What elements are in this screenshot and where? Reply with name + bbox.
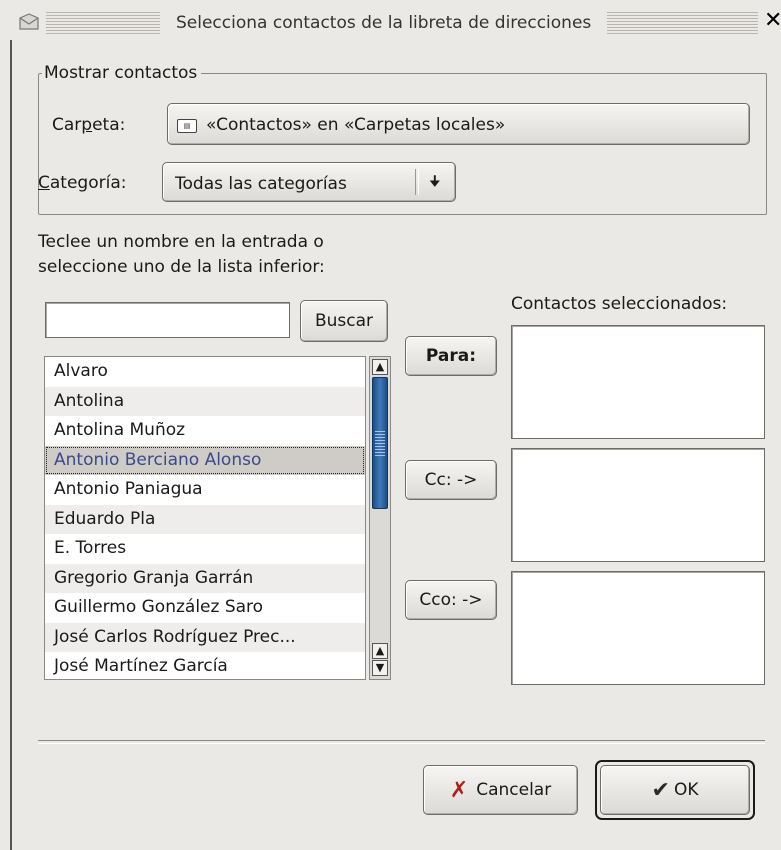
category-combo[interactable]: Todas las categorías 🠋	[162, 162, 456, 202]
title-bar[interactable]: Selecciona contactos de la libreta de di…	[0, 0, 781, 40]
list-item[interactable]: Alvaro	[45, 357, 365, 387]
category-label: Categoría:	[38, 173, 127, 193]
envelope-icon	[19, 13, 39, 30]
folder-button[interactable]: ▤ «Contactos» en «Carpetas locales»	[167, 103, 750, 145]
ok-check-icon: ✔	[651, 777, 670, 803]
to-recipients-box[interactable]	[511, 325, 765, 439]
list-scrollbar[interactable]: ▲ ▲ ▼	[369, 356, 391, 680]
search-input[interactable]	[45, 302, 290, 338]
window-title: Selecciona contactos de la libreta de di…	[160, 12, 608, 34]
window-border	[10, 40, 12, 850]
category-value: Todas las categorías	[175, 174, 347, 194]
footer-separator	[38, 740, 765, 744]
combo-separator	[415, 169, 419, 195]
folder-value: «Contactos» en «Carpetas locales»	[206, 115, 506, 135]
bcc-button[interactable]: Cco: ->	[405, 580, 497, 620]
list-item[interactable]: José Martínez García	[45, 652, 365, 679]
dropdown-arrow-icon: 🠋	[429, 174, 441, 190]
list-item[interactable]: Gregorio Granja Garrán	[45, 563, 365, 593]
list-item[interactable]: Antonio Paniagua	[45, 475, 365, 505]
list-item[interactable]: Antolina Muñoz	[45, 416, 365, 446]
list-item[interactable]: Antolina	[45, 386, 365, 416]
scroll-up-small-icon[interactable]: ▲	[372, 643, 388, 659]
close-icon[interactable]: ✕	[764, 8, 781, 34]
list-item[interactable]: Guillermo González Saro	[45, 593, 365, 623]
cancel-x-icon: ✗	[449, 777, 469, 803]
to-button[interactable]: Para:	[405, 336, 497, 376]
ok-label: OK	[673, 780, 699, 800]
cancel-label: Cancelar	[476, 780, 552, 800]
list-item[interactable]: E. Torres	[45, 534, 365, 564]
cc-recipients-box[interactable]	[511, 448, 765, 562]
scroll-up-icon[interactable]: ▲	[372, 359, 388, 375]
cancel-button[interactable]: ✗ Cancelar	[423, 765, 578, 815]
thumb-grip	[375, 431, 385, 457]
folder-label: Carpeta:	[52, 115, 126, 135]
ok-button[interactable]: ✔ OK	[600, 765, 750, 815]
instructions-line2: seleccione uno de la lista inferior:	[38, 257, 325, 277]
address-card-icon: ▤	[177, 119, 197, 133]
bcc-recipients-box[interactable]	[511, 571, 765, 685]
scroll-down-icon[interactable]: ▼	[372, 660, 388, 676]
cc-button[interactable]: Cc: ->	[405, 460, 497, 500]
list-item[interactable]: José Carlos Rodríguez Prec...	[45, 622, 365, 652]
contacts-list[interactable]: Alvaro Antolina Antolina Muñoz Antonio B…	[44, 356, 366, 680]
selected-contacts-title: Contactos seleccionados:	[511, 294, 728, 314]
instructions-line1: Teclee un nombre en la entrada o	[38, 232, 324, 252]
search-button[interactable]: Buscar	[300, 300, 388, 342]
list-item[interactable]: Eduardo Pla	[45, 504, 365, 534]
scroll-thumb[interactable]	[372, 377, 388, 509]
list-item-selected[interactable]: Antonio Berciano Alonso	[45, 445, 365, 475]
frame-legend: Mostrar contactos	[42, 62, 202, 84]
